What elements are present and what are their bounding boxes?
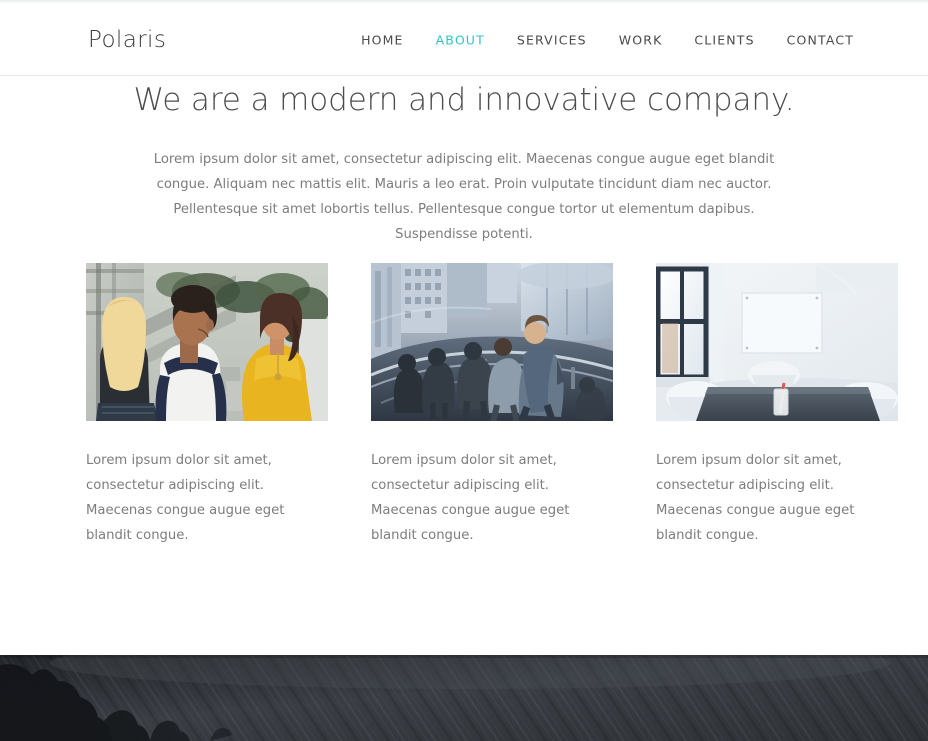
intro-paragraph: Lorem ipsum dolor sit amet, consectetur … xyxy=(153,152,775,242)
card-caption: Lorem ipsum dolor sit amet, consectetur … xyxy=(86,453,285,543)
nav-item-contact[interactable]: CONTACT xyxy=(787,32,854,47)
nav-item-work[interactable]: WORK xyxy=(619,32,663,47)
site-logo[interactable]: Polaris xyxy=(88,27,166,53)
nav-item-about[interactable]: ABOUT xyxy=(436,32,485,47)
intro-section: We are a modern and innovative company. … xyxy=(0,77,928,247)
nav-item-clients[interactable]: CLIENTS xyxy=(694,32,754,47)
footer-banner-image xyxy=(0,655,928,741)
card-image-city-staircase[interactable] xyxy=(371,263,613,421)
nav-item-home[interactable]: HOME xyxy=(361,32,404,47)
card-image-meeting-room[interactable] xyxy=(656,263,898,421)
card-item: Lorem ipsum dolor sit amet, consectetur … xyxy=(86,263,328,548)
page-title: We are a modern and innovative company. xyxy=(133,82,795,118)
main-navigation: HOME ABOUT SERVICES WORK CLIENTS CONTACT xyxy=(361,32,854,47)
card-item: Lorem ipsum dolor sit amet, consectetur … xyxy=(371,263,613,548)
nav-item-services[interactable]: SERVICES xyxy=(517,32,587,47)
feature-cards: Lorem ipsum dolor sit amet, consectetur … xyxy=(86,263,900,548)
card-caption: Lorem ipsum dolor sit amet, consectetur … xyxy=(656,453,855,543)
card-item: Lorem ipsum dolor sit amet, consectetur … xyxy=(656,263,898,548)
card-image-people-talking[interactable] xyxy=(86,263,328,421)
site-header: Polaris HOME ABOUT SERVICES WORK CLIENTS… xyxy=(0,4,928,76)
page-root: Polaris HOME ABOUT SERVICES WORK CLIENTS… xyxy=(0,0,928,741)
card-caption: Lorem ipsum dolor sit amet, consectetur … xyxy=(371,453,570,543)
